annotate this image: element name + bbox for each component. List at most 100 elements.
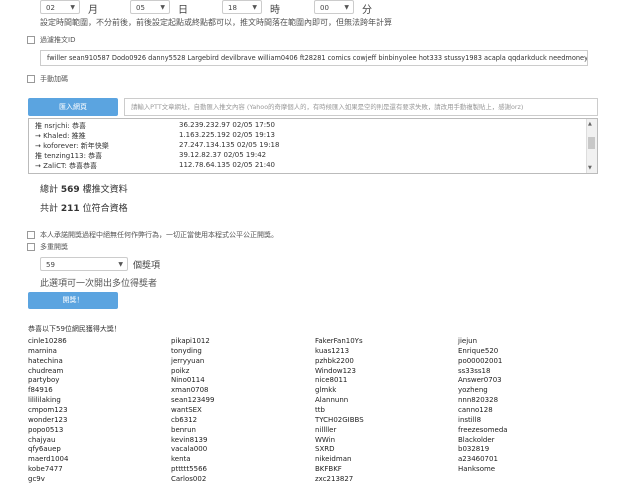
agree-checkbox[interactable]: [27, 231, 35, 239]
total-prefix: 總計: [40, 185, 59, 195]
minute-select[interactable]: 00 ▼: [314, 0, 354, 14]
prize-count-hint: 此選項可一次開出多位得獎者: [40, 279, 158, 289]
push-line: → Khaled: 推推: [35, 132, 86, 140]
winner-name: Enrique520: [458, 346, 499, 355]
winner-name: Answer0703: [458, 376, 502, 385]
match-suffix: 位符合資格: [82, 204, 128, 214]
winner-name: TYCH02GIBBS: [315, 415, 364, 424]
winner-name: wantSEX: [171, 405, 202, 414]
winner-name: BKFBKF: [315, 465, 342, 474]
push-list-textarea[interactable]: 推 nsrjchi: 恭喜 36.239.232.97 02/05 17:50 …: [28, 118, 598, 174]
scroll-up-icon[interactable]: ▲: [588, 121, 592, 127]
multi-draw-label: 多重開獎: [40, 243, 68, 251]
push-line: → koforever: 新年快樂: [35, 142, 109, 150]
winner-name: FakerFan10Ys: [315, 337, 363, 345]
push-line: → ZaliCT: 恭喜恭喜: [35, 162, 98, 170]
winner-name: vacala000: [171, 445, 208, 454]
filter-id-input[interactable]: fwiller sean910587 Dodo0926 danny5528 La…: [40, 50, 588, 66]
chevron-down-icon: ▼: [252, 4, 257, 11]
winner-name: cb6312: [171, 415, 198, 424]
winner-name: instill8: [458, 415, 482, 424]
winner-name: wonder123: [28, 415, 68, 424]
chevron-down-icon: ▼: [344, 4, 349, 11]
chevron-down-icon: ▼: [118, 261, 123, 268]
total-suffix: 樓推文資料: [82, 185, 128, 195]
push-ip: 112.78.64.135 02/05 21:40: [179, 161, 276, 169]
push-line: 推 nsrjchi: 恭喜: [35, 122, 86, 130]
winner-name: qfy6auep: [28, 445, 61, 454]
push-ip: 39.12.82.37 02/05 19:42: [179, 151, 267, 159]
scrollbar-thumb[interactable]: [588, 137, 595, 149]
total-count: 569: [60, 185, 80, 195]
winner-name: kevin8139: [171, 435, 208, 444]
winner-name: chajyau: [28, 435, 56, 444]
winner-name: benrun: [171, 425, 196, 434]
winner-name: nnn820328: [458, 396, 499, 405]
prize-count-select[interactable]: 59 ▼: [40, 257, 128, 271]
winner-name: Hanksome: [458, 465, 496, 474]
winner-name: chudream: [28, 366, 64, 375]
winner-name: Window123: [315, 366, 356, 375]
day-unit: 日: [178, 5, 188, 16]
winner-name: a23460701: [458, 455, 498, 464]
winner-name: gc9v: [28, 474, 45, 483]
winner-name: freezesomeda: [458, 425, 508, 434]
prize-count-value: 59: [46, 261, 55, 269]
hour-unit: 時: [270, 5, 280, 16]
winner-name: lilililaking: [28, 396, 61, 405]
winner-name: tonyding: [171, 346, 202, 355]
minute-value: 00: [320, 4, 329, 12]
winner-name: poikz: [171, 366, 190, 375]
winner-name: partyboy: [28, 376, 60, 385]
total-push-stat: 總計 569 樓推文資料: [40, 182, 128, 195]
winner-name: pzhbk2200: [315, 356, 354, 365]
winner-name: Alannunn: [315, 396, 349, 405]
match-count: 211: [60, 204, 80, 214]
winner-name: zxc213827: [315, 474, 354, 483]
month-select[interactable]: 02 ▼: [40, 0, 80, 14]
winner-name: jerryyuan: [171, 356, 205, 365]
manual-label: 手動加碼: [40, 75, 68, 83]
winner-name: nikeidman: [315, 455, 352, 464]
month-unit: 月: [88, 5, 98, 16]
winner-name: kuas1213: [315, 346, 350, 355]
day-select[interactable]: 05 ▼: [130, 0, 170, 14]
winner-name: marnina: [28, 346, 57, 355]
manual-checkbox[interactable]: [27, 75, 35, 83]
winner-name: glmkk: [315, 386, 337, 395]
winner-name: po00002001: [458, 356, 503, 365]
month-value: 02: [46, 4, 55, 12]
hour-value: 18: [228, 4, 237, 12]
push-ip: 36.239.232.97 02/05 17:50: [179, 121, 276, 129]
winner-name: sean123499: [171, 396, 215, 405]
winner-name: yozheng: [458, 386, 488, 395]
winner-name: kenta: [171, 455, 191, 464]
push-line: 推 tenzing113: 恭喜: [35, 152, 103, 160]
winner-name: cinle10286: [28, 337, 67, 345]
hour-select[interactable]: 18 ▼: [222, 0, 262, 14]
scroll-down-icon[interactable]: ▼: [588, 165, 592, 171]
multi-draw-checkbox[interactable]: [27, 243, 35, 251]
time-range-hint: 設定時間範圍，不分前後，前後設定起點或終點都可以，推文時間落在範圍內即可，但無法…: [40, 18, 392, 27]
winner-name: nillller: [315, 425, 337, 434]
winner-name: SXRD: [315, 445, 335, 454]
winner-name: maerd1004: [28, 455, 69, 464]
winner-name: kobe7477: [28, 465, 63, 474]
push-list-scrollbar[interactable]: ▲ ▼: [586, 119, 597, 173]
push-ip: 27.247.134.135 02/05 19:18: [179, 141, 280, 149]
draw-button[interactable]: 開獎！: [28, 292, 118, 309]
winner-name: jiejun: [458, 337, 478, 345]
agree-label: 本人承諾開獎過程中絕無任何作弊行為，一切正當使用本程式公平公正開獎。: [40, 231, 278, 239]
winner-name: xman0708: [171, 386, 209, 395]
winner-name: hatechina: [28, 356, 63, 365]
filter-checkbox[interactable]: [27, 36, 35, 44]
ptt-url-placeholder: 請輸入PTT文章網址，自動匯入推文內容 (Yahoo的奇摩個人的，有時候匯入如果…: [131, 103, 524, 111]
winner-name: ttb: [315, 405, 325, 414]
ptt-url-input[interactable]: 請輸入PTT文章網址，自動匯入推文內容 (Yahoo的奇摩個人的，有時候匯入如果…: [124, 98, 598, 116]
eligible-stat: 共計 211 位符合資格: [40, 201, 128, 214]
prize-count-unit: 個獎項: [133, 261, 161, 271]
import-button[interactable]: 匯入網頁: [28, 98, 118, 116]
chevron-down-icon: ▼: [70, 4, 75, 11]
winner-name: canno128: [458, 405, 493, 414]
winner-name: WWin: [315, 435, 336, 444]
